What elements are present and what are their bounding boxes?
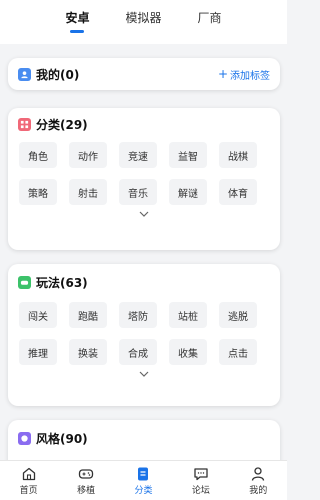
tag-item[interactable]: 收集 (169, 339, 207, 365)
tag-item[interactable]: 体育 (219, 179, 257, 205)
tag-item[interactable]: 逃脱 (219, 302, 257, 328)
home-icon (22, 467, 35, 480)
category-expand-button[interactable] (8, 205, 280, 217)
tag-item[interactable]: 站桩 (169, 302, 207, 328)
gameplay-expand-button[interactable] (8, 365, 280, 377)
user-icon (18, 67, 31, 81)
gamepad-icon (78, 468, 94, 479)
tag-item[interactable]: 射击 (69, 179, 107, 205)
tag-item[interactable]: 策略 (19, 179, 57, 205)
tag-item[interactable]: 换装 (69, 339, 107, 365)
nav-mine[interactable]: 我的 (233, 466, 283, 496)
plus-icon: + (217, 67, 228, 81)
chevron-down-icon (139, 371, 149, 377)
nav-forum[interactable]: 论坛 (176, 466, 226, 496)
gamepad-icon (18, 275, 31, 289)
nav-mine-label: 我的 (249, 485, 268, 496)
tag-item[interactable]: 点击 (219, 339, 257, 365)
tag-item[interactable]: 竞速 (119, 142, 157, 168)
tag-item[interactable]: 益智 (169, 142, 207, 168)
tag-item[interactable]: 推理 (19, 339, 57, 365)
category-title: 分类(29) (36, 117, 88, 132)
nav-home[interactable]: 首页 (4, 466, 54, 496)
category-card: 分类(29) 角色 动作 竞速 益智 战棋 策略 射击 音乐 解谜 体育 (8, 108, 280, 250)
tab-vendor[interactable]: 厂商 (198, 9, 222, 33)
user-icon (252, 466, 265, 481)
nav-forum-label: 论坛 (191, 485, 210, 496)
tag-item[interactable]: 合成 (119, 339, 157, 365)
tab-android[interactable]: 安卓 (65, 9, 89, 33)
bottom-nav: 首页 移植 分类 论坛 我的 (0, 460, 287, 500)
my-tags-title: 我的(0) (36, 67, 80, 82)
tag-item[interactable]: 角色 (19, 142, 57, 168)
tag-item[interactable]: 塔防 (119, 302, 157, 328)
top-tab-bar: 安卓 模拟器 厂商 (0, 0, 287, 44)
gameplay-title: 玩法(63) (36, 275, 88, 290)
my-tags-card: 我的(0) + 添加标签 (8, 58, 280, 90)
nav-category-label: 分类 (134, 485, 153, 496)
tag-item[interactable]: 动作 (69, 142, 107, 168)
category-icon (138, 467, 149, 480)
palette-icon (18, 431, 31, 445)
add-tag-button[interactable]: + 添加标签 (218, 67, 270, 82)
tag-item[interactable]: 音乐 (119, 179, 157, 205)
chat-icon (194, 467, 208, 480)
category-tag-grid: 角色 动作 竞速 益智 战棋 策略 射击 音乐 解谜 体育 (8, 140, 280, 205)
chevron-down-icon (139, 211, 149, 217)
style-title: 风格(90) (36, 431, 88, 446)
nav-home-label: 首页 (19, 485, 38, 496)
tag-item[interactable]: 解谜 (169, 179, 207, 205)
add-tag-label: 添加标签 (230, 70, 270, 82)
nav-category[interactable]: 分类 (118, 466, 168, 496)
nav-port-label: 移植 (77, 485, 96, 496)
gameplay-card: 玩法(63) 闯关 跑酷 塔防 站桩 逃脱 推理 换装 合成 收集 点击 (8, 264, 280, 406)
tag-item[interactable]: 跑酷 (69, 302, 107, 328)
category-icon (18, 117, 31, 131)
tag-item[interactable]: 闯关 (19, 302, 57, 328)
nav-port[interactable]: 移植 (61, 466, 111, 496)
tab-emulator[interactable]: 模拟器 (125, 9, 161, 33)
tag-item[interactable]: 战棋 (219, 142, 257, 168)
gameplay-tag-grid: 闯关 跑酷 塔防 站桩 逃脱 推理 换装 合成 收集 点击 (8, 300, 280, 365)
